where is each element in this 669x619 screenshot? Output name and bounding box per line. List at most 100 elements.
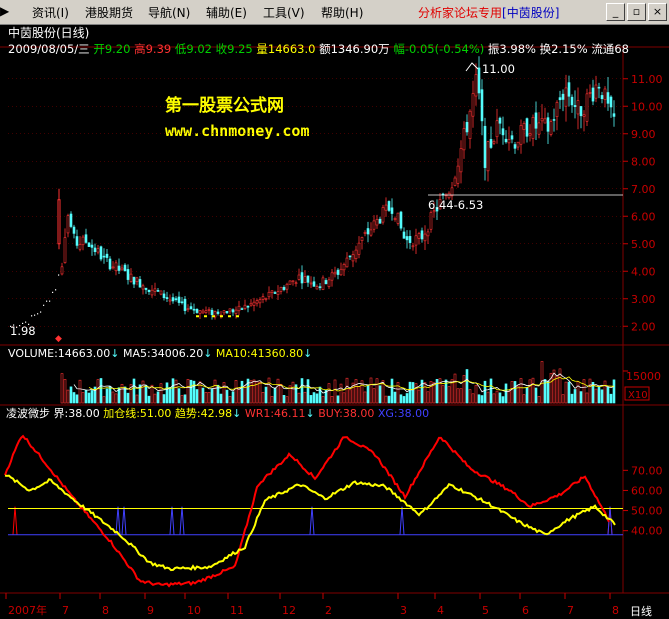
- candle-body: [372, 220, 376, 230]
- restore-button[interactable]: ▫: [627, 3, 646, 21]
- volume-bar: [273, 387, 277, 404]
- volume-bar: [417, 389, 421, 404]
- volume-bar: [177, 388, 181, 404]
- period-label[interactable]: 日线: [630, 604, 652, 618]
- volume-bar: [285, 396, 289, 404]
- volume-bar: [258, 381, 262, 404]
- candle-body: [324, 280, 328, 285]
- candle-body: [288, 280, 292, 285]
- candle-body: [480, 89, 484, 122]
- volume-bar: [606, 386, 610, 404]
- price-dot: [37, 313, 39, 315]
- candle-body: [363, 232, 367, 234]
- candle-body: [138, 279, 142, 288]
- volume-bar: [327, 383, 331, 404]
- volume-bar: [279, 383, 283, 404]
- candle-body: [174, 298, 178, 300]
- candle-body: [411, 245, 415, 248]
- candle-body: [60, 266, 64, 275]
- minimize-button[interactable]: _: [606, 3, 625, 21]
- volume-bar: [333, 379, 337, 404]
- menu-hk-futures[interactable]: 港股期货: [85, 4, 133, 21]
- menu-tools[interactable]: 工具(V): [263, 4, 305, 21]
- bottom-marker: [236, 315, 239, 318]
- volume-bar: [609, 393, 613, 404]
- volume-bar: [186, 378, 190, 404]
- price-axis: 2.00 3.00 4.00 5.00 6.00 7.00 8.00 9.00 10.00 11.…: [623, 73, 663, 333]
- candle-body: [240, 308, 244, 310]
- candle-body: [84, 234, 88, 243]
- candle-body: [570, 96, 574, 106]
- time-tick-label: 10: [187, 604, 201, 617]
- candle-body: [591, 87, 595, 102]
- menu-assist[interactable]: 辅助(E): [206, 4, 247, 21]
- candle-body: [300, 272, 304, 284]
- volume-bar: [435, 379, 439, 404]
- volume-bar: [501, 396, 505, 404]
- menu-info[interactable]: 资讯(I): [32, 4, 69, 21]
- candle-body: [216, 311, 220, 314]
- candle-body: [195, 308, 199, 313]
- volume-bar: [564, 381, 568, 404]
- volume-bar: [534, 387, 538, 404]
- volume-bar: [480, 395, 484, 404]
- candle-body: [336, 269, 340, 275]
- volume-bar: [300, 378, 304, 404]
- volume-bar: [411, 382, 415, 404]
- candle-body: [465, 122, 469, 133]
- stock-chart[interactable]: 中茵股份(日线) 2009/08/05/三 开9.20 高9.39 低9.02 …: [0, 25, 669, 619]
- volume-bar: [180, 395, 184, 404]
- candle-body: [318, 286, 322, 288]
- volume-bar: [72, 392, 76, 404]
- price-tick-label: 10.00: [631, 100, 663, 113]
- close-button[interactable]: ×: [648, 3, 667, 21]
- menu-navigate[interactable]: 导航(N): [148, 4, 190, 21]
- candle-body: [522, 123, 526, 130]
- price-tick-label: 7.00: [631, 183, 656, 196]
- volume-bar: [270, 396, 274, 404]
- menu-help[interactable]: 帮助(H): [321, 4, 363, 21]
- annotation-high: 11.00: [465, 62, 515, 76]
- candle-body: [351, 254, 355, 262]
- candle-body: [585, 93, 589, 122]
- candle-body: [81, 236, 85, 246]
- price-tick-label: 3.00: [631, 293, 656, 306]
- volume-bar: [81, 392, 85, 404]
- volume-bar: [582, 379, 586, 404]
- candle-body: [156, 290, 160, 292]
- volume-bar: [321, 396, 325, 404]
- candle-body: [186, 308, 190, 311]
- candle-body: [315, 286, 319, 290]
- volume-bar: [204, 392, 208, 404]
- candle-body: [606, 92, 610, 104]
- candle-body: [129, 273, 133, 282]
- price-dot: [58, 274, 60, 276]
- event-marker-icon[interactable]: ◆: [55, 334, 62, 344]
- bottom-marker: [204, 315, 207, 318]
- candle-body: [270, 290, 274, 293]
- bottom-marker: [220, 315, 223, 318]
- candle-body: [66, 215, 70, 234]
- time-tick-label: 3: [400, 604, 407, 617]
- volume-header: VOLUME:14663.00↓ MA5:34006.20↓ MA10:4136…: [8, 347, 312, 360]
- menu-overflow-icon[interactable]: ▶: [0, 4, 9, 18]
- volume-bar: [447, 386, 451, 404]
- quote-line: 2009/08/05/三 开9.20 高9.39 低9.02 收9.25 量14…: [8, 42, 629, 56]
- volume-bar: [249, 380, 253, 404]
- volume-bar: [471, 393, 475, 404]
- candle-body: [360, 237, 364, 242]
- chart-title: 中茵股份(日线): [8, 25, 89, 40]
- candle-body: [225, 311, 229, 314]
- volume-bar: [576, 381, 580, 404]
- volume-bar: [102, 396, 106, 404]
- candle-body: [141, 285, 145, 290]
- candle-body: [237, 305, 241, 312]
- window-controls: _ ▫ ×: [604, 3, 667, 21]
- candle-body: [552, 119, 556, 121]
- volume-bar: [63, 379, 67, 404]
- volume-bar: [282, 394, 286, 404]
- candle-body: [399, 211, 403, 229]
- volume-bar: [162, 394, 166, 404]
- volume-bar: [465, 369, 469, 404]
- candle-body: [234, 309, 238, 314]
